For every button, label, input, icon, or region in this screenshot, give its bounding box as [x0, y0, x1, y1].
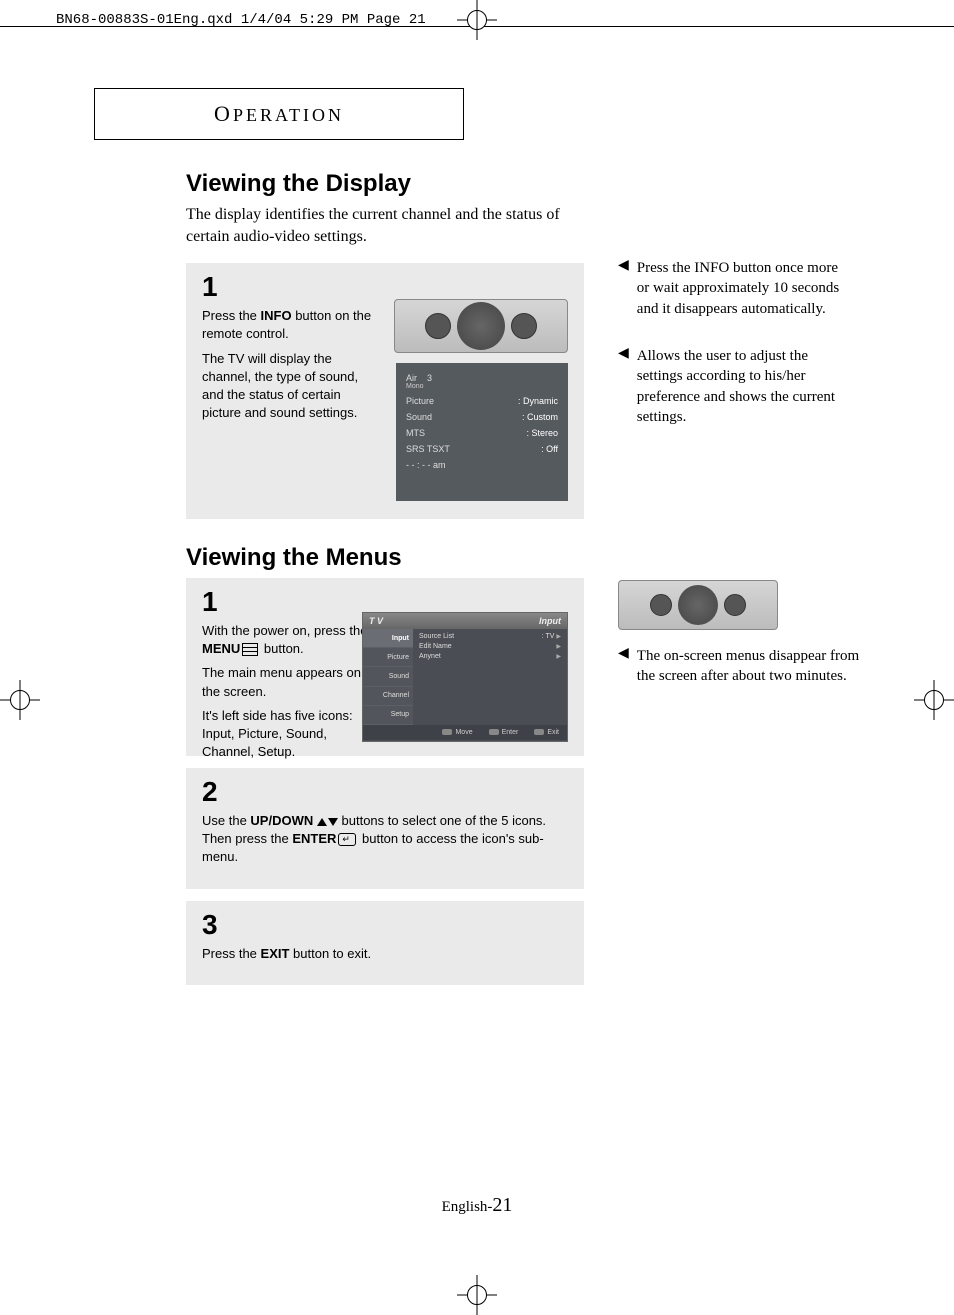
step-box-menu-3: 3 Press the EXIT button to exit.: [186, 901, 584, 985]
section-header-label: OPERATION: [214, 101, 344, 127]
m3-pre: Press the: [202, 946, 261, 961]
registration-mark-top: [457, 0, 497, 40]
note-menus-1: The on-screen menus disappear from the s…: [637, 646, 878, 687]
step-box-display-1: 1 Press the INFO button on the remote co…: [186, 263, 584, 519]
heading-viewing-menus: Viewing the Menus: [186, 544, 876, 572]
m3-post: button to exit.: [289, 946, 371, 961]
side-notes-menus: ◀ The on-screen menus disappear from the…: [618, 646, 878, 701]
step1-bold: INFO: [261, 308, 292, 323]
menu-side-sound: Sound: [363, 667, 413, 686]
menu-side-picture: Picture: [363, 648, 413, 667]
step-number-m2: 2: [202, 778, 568, 806]
step-text-menu-2: Use the UP/DOWN buttons to select one of…: [202, 812, 568, 867]
footer-page: 21: [492, 1194, 512, 1216]
chevron-right-icon: ▶: [556, 653, 561, 660]
menu-side-setup: Setup: [363, 706, 413, 725]
osd-srs-k: SRS TSXT: [406, 444, 450, 454]
section-header-box: OPERATION: [94, 88, 464, 140]
step-number-m3: 3: [202, 911, 568, 939]
remote-btn-icon: [425, 313, 451, 339]
step-box-menu-2: 2 Use the UP/DOWN buttons to select one …: [186, 768, 584, 889]
menu-row-sourcelist-val: : TV: [542, 633, 555, 640]
osd-air-label: Air: [406, 373, 417, 383]
page-footer: English-21: [0, 1194, 954, 1217]
side-notes-display: ◀ Press the INFO button once more or wai…: [618, 258, 854, 333]
m2-bold2: ENTER: [292, 831, 336, 846]
remote-dpad-icon: [457, 302, 505, 350]
m2-pre: Use the: [202, 813, 250, 828]
step1-pre: Press the: [202, 308, 261, 323]
osd-sound-k: Sound: [406, 412, 432, 422]
remote-btn-icon: [724, 594, 746, 616]
chevron-right-icon: ▶: [556, 634, 561, 640]
osd-time: - - : - - am: [406, 460, 446, 470]
remote-btn-icon: [650, 594, 672, 616]
step-text-display-1: Press the INFO button on the remote cont…: [202, 307, 382, 422]
remote-btn-icon: [511, 313, 537, 339]
side-notes-display-2: ◀ Allows the user to adjust the settings…: [618, 346, 854, 441]
heading-viewing-display: Viewing the Display: [186, 170, 876, 198]
m1-post: button.: [260, 641, 303, 656]
remote-diagram: [394, 299, 568, 353]
intro-viewing-display: The display identifies the current chann…: [186, 204, 576, 247]
registration-mark-bottom: [457, 1275, 497, 1315]
step1-line2: The TV will display the channel, the typ…: [202, 350, 382, 423]
menu-footer-enter: Enter: [489, 729, 519, 736]
registration-mark-left: [0, 680, 40, 720]
osd-mts-v: : Stereo: [526, 428, 558, 438]
step-text-menu-1: With the power on, press the MENU button…: [202, 622, 382, 761]
menu-footer-exit: Exit: [534, 729, 559, 736]
step-number-1: 1: [202, 273, 568, 301]
m1-line3: It's left side has five icons: Input, Pi…: [202, 707, 382, 762]
note-display-2: Allows the user to adjust the settings a…: [637, 346, 854, 427]
footer-lang: English-: [442, 1199, 493, 1215]
m1-pre: With the power on, press the: [202, 623, 367, 638]
note-arrow-icon: ◀: [618, 346, 629, 427]
chevron-right-icon: ▶: [556, 643, 561, 650]
osd-mts-k: MTS: [406, 428, 425, 438]
remote-dpad-icon: [678, 585, 718, 625]
osd-sound-v: : Custom: [522, 412, 558, 422]
menu-topbar-left: T V: [369, 616, 383, 626]
osd-mono: Mono: [406, 383, 432, 390]
menu-icon: [242, 643, 258, 656]
step-text-menu-3: Press the EXIT button to exit.: [202, 945, 568, 963]
m3-bold: EXIT: [261, 946, 290, 961]
step-box-menu-1: 1 With the power on, press the MENU butt…: [186, 578, 584, 756]
m1-line2: The main menu appears on the screen.: [202, 664, 382, 700]
menu-side-channel: Channel: [363, 687, 413, 706]
updown-icon: [317, 813, 338, 828]
note-display-1: Press the INFO button once more or wait …: [637, 258, 854, 319]
menu-row-anynet: Anynet: [419, 653, 441, 660]
osd-srs-v: : Off: [541, 444, 558, 454]
menu-side-input: Input: [363, 629, 413, 648]
registration-mark-right: [914, 680, 954, 720]
menu-osd-panel: T V Input Input Picture Sound Channel Se…: [362, 612, 568, 742]
menu-footer-move: Move: [442, 729, 472, 736]
m2-bold: UP/DOWN: [250, 813, 313, 828]
osd-info-panel: Air 3 Mono Picture : Dynamic Sound : Custo…: [396, 363, 568, 501]
note-arrow-icon: ◀: [618, 646, 629, 687]
m1-bold: MENU: [202, 641, 240, 656]
menu-row-editname: Edit Name: [419, 643, 452, 650]
osd-picture-v: : Dynamic: [518, 396, 558, 406]
menu-row-sourcelist: Source List: [419, 633, 454, 640]
note-arrow-icon: ◀: [618, 258, 629, 319]
osd-air-val: 3: [427, 373, 432, 383]
osd-picture-k: Picture: [406, 396, 434, 406]
enter-icon: [338, 833, 356, 846]
remote-diagram-small: [618, 580, 778, 630]
menu-topbar-right: Input: [539, 616, 561, 626]
